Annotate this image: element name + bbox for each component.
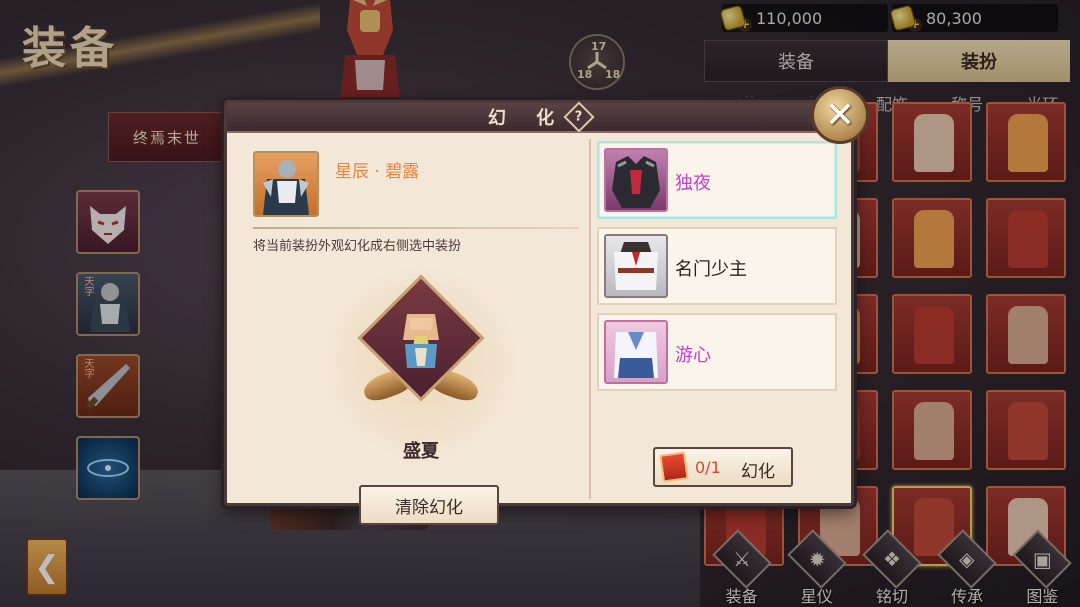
outfit-option-duye[interactable]: 独夜 xyxy=(597,141,837,219)
outfit-option-thumbnail xyxy=(604,148,668,212)
white-robe-icon xyxy=(614,242,658,290)
outfit-option-thumbnail xyxy=(604,320,668,384)
dialog-header: 幻 化 ? xyxy=(227,101,851,133)
vertical-divider xyxy=(589,139,591,499)
summer-outfit-icon xyxy=(403,314,439,368)
current-outfit-thumbnail xyxy=(253,151,319,217)
outfit-option-name: 名门少主 xyxy=(675,259,747,280)
blue-robe-icon xyxy=(614,332,658,378)
outfit-option-mingmen-shaozhu[interactable]: 名门少主 xyxy=(597,227,837,305)
outfit-option-name: 游心 xyxy=(675,345,711,366)
current-outfit-name: 星辰 · 碧露 xyxy=(335,162,420,182)
outfit-option-name: 独夜 xyxy=(675,173,711,194)
outfit-option-youxin[interactable]: 游心 xyxy=(597,313,837,391)
armor-costume-icon xyxy=(263,160,309,215)
divider xyxy=(253,227,579,229)
transform-button[interactable]: 0/1 幻化 xyxy=(653,447,793,487)
transform-dialog: 幻 化 ? ✕ 星辰 · 碧露 将当前装扮外观幻化成右侧选中装扮 盛夏 清除幻化… xyxy=(224,86,869,525)
ticket-count: 0/1 xyxy=(695,458,721,477)
close-button[interactable]: ✕ xyxy=(811,86,869,144)
dark-armor-icon xyxy=(612,156,660,208)
target-outfit-name: 盛夏 xyxy=(403,441,439,462)
current-outfit-pane: 星辰 · 碧露 将当前装扮外观幻化成右侧选中装扮 盛夏 清除幻化 xyxy=(239,141,581,525)
dialog-title: 幻 化 xyxy=(487,108,567,129)
ticket-icon xyxy=(659,451,689,483)
close-icon: ✕ xyxy=(824,94,856,136)
outfit-option-thumbnail xyxy=(604,234,668,298)
clear-transform-button[interactable]: 清除幻化 xyxy=(359,485,499,525)
help-icon[interactable]: ? xyxy=(563,101,595,133)
dialog-description: 将当前装扮外观幻化成右侧选中装扮 xyxy=(253,239,462,254)
transform-button-label: 幻化 xyxy=(741,462,775,482)
outfit-option-list: 独夜 名门少主 游心 xyxy=(597,141,837,431)
